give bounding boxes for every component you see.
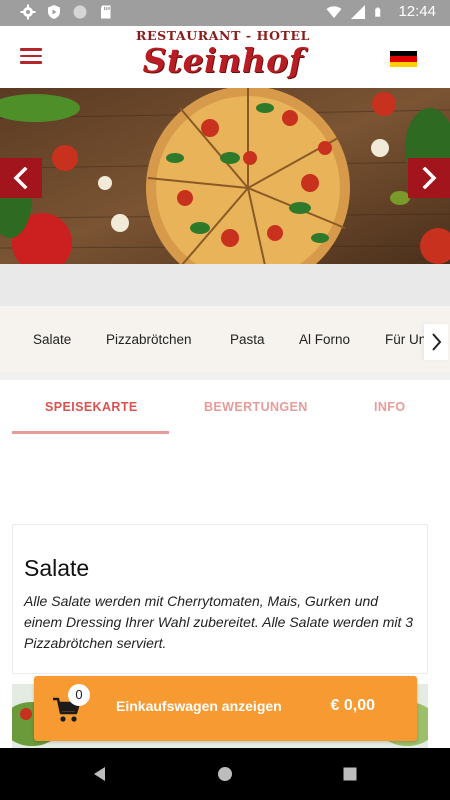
- carousel-prev-button[interactable]: [0, 158, 42, 198]
- category-pasta[interactable]: Pasta: [230, 332, 265, 347]
- app-screen: 12:44 RESTAURANT - HOTEL Steinhof Salate…: [0, 0, 450, 800]
- category-pizzabroetchen[interactable]: Pizzabrötchen: [106, 332, 192, 347]
- tab-active-indicator: [12, 431, 169, 434]
- spacer-band: [0, 264, 450, 306]
- tab-info[interactable]: INFO: [374, 400, 405, 414]
- logo-title: Steinhof: [142, 41, 304, 80]
- tab-bewertungen[interactable]: BEWERTUNGEN: [204, 400, 308, 414]
- chevron-left-icon: [13, 167, 28, 189]
- home-circle-icon[interactable]: [215, 764, 235, 784]
- cart-total: € 0,00: [330, 697, 375, 714]
- carousel-next-button[interactable]: [408, 158, 450, 198]
- menu-section-card: Salate Alle Salate werden mit Cherrytoma…: [12, 524, 428, 674]
- restaurant-logo: RESTAURANT - HOTEL Steinhof: [128, 27, 318, 85]
- view-cart-button[interactable]: 0 Einkaufswagen anzeigen € 0,00: [34, 676, 417, 741]
- cart-count-badge: 0: [68, 684, 90, 706]
- back-triangle-icon[interactable]: [90, 764, 110, 784]
- section-title: Salate: [24, 555, 90, 581]
- category-al-forno[interactable]: Al Forno: [299, 332, 350, 347]
- hero-carousel: [0, 88, 450, 264]
- battery-icon: [375, 7, 381, 17]
- android-nav-bar: [0, 748, 450, 800]
- status-time: 12:44: [398, 3, 436, 20]
- chevron-right-icon: [432, 333, 442, 351]
- category-bar: Salate Pizzabrötchen Pasta Al Forno Für …: [0, 306, 450, 372]
- gear-icon: [20, 4, 36, 20]
- signal-icon: [351, 4, 366, 19]
- shield-icon: [48, 5, 60, 19]
- category-salate[interactable]: Salate: [33, 332, 71, 347]
- chevron-right-icon: [422, 167, 437, 189]
- cart-label: Einkaufswagen anzeigen: [116, 698, 282, 714]
- pizza-hero-image: [0, 88, 450, 264]
- app-header: RESTAURANT - HOTEL Steinhof: [0, 26, 450, 88]
- circle-icon: [73, 5, 87, 19]
- section-description: Alle Salate werden mit Cherrytomaten, Ma…: [24, 593, 414, 651]
- recents-square-icon[interactable]: [340, 764, 360, 784]
- tab-bar: SPEISEKARTE BEWERTUNGEN INFO: [0, 380, 450, 436]
- sd-card-icon: [101, 5, 111, 19]
- category-next-button[interactable]: [424, 324, 448, 360]
- tab-speisekarte[interactable]: SPEISEKARTE: [45, 400, 138, 414]
- section-separator: [0, 372, 450, 380]
- wifi-icon: [326, 5, 342, 18]
- german-flag-icon[interactable]: [390, 51, 417, 67]
- status-bar: 12:44: [0, 0, 450, 26]
- hamburger-menu-icon[interactable]: [18, 44, 48, 70]
- category-fuer-un[interactable]: Für Un: [385, 332, 426, 347]
